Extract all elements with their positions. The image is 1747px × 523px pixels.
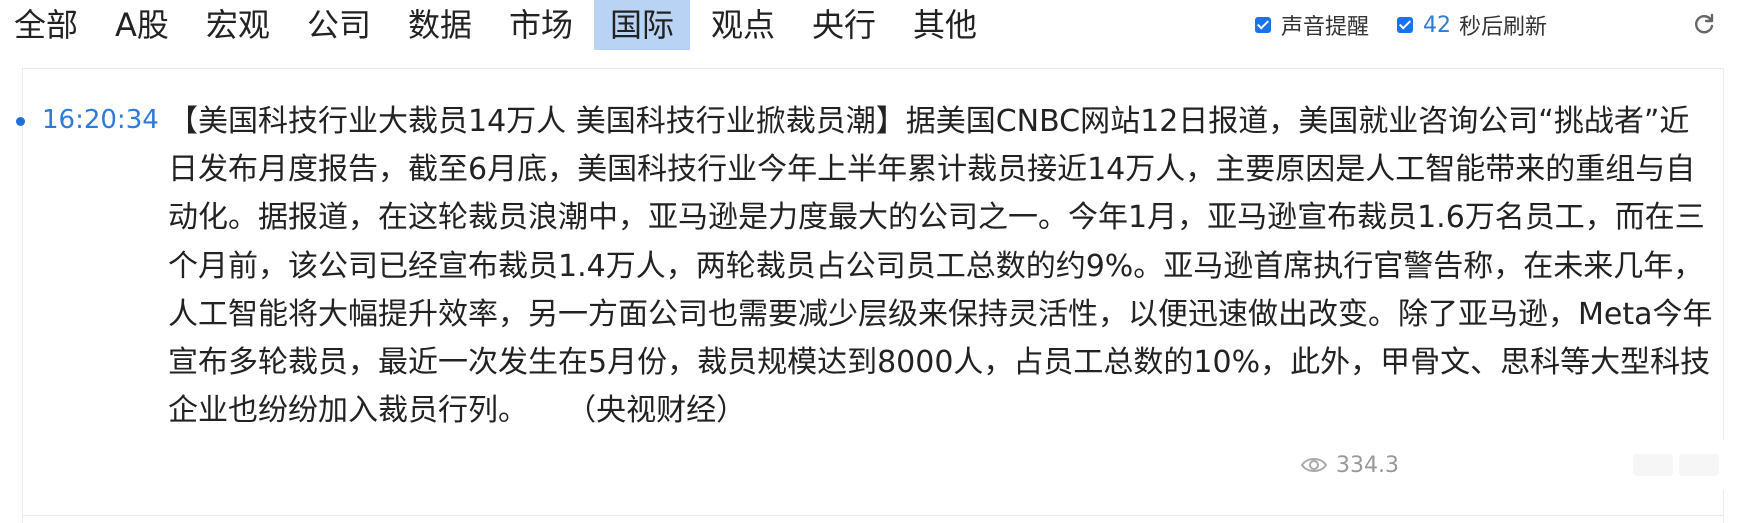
- category-tabs: 全部 A股 宏观 公司 数据 市场 国际 观点 央行 其他: [0, 0, 998, 50]
- tab-market[interactable]: 市场: [493, 0, 589, 50]
- header-divider: [22, 68, 1724, 69]
- sound-alert-label: 声音提醒: [1280, 15, 1369, 40]
- news-source: （央视财经）: [566, 393, 747, 429]
- item-divider: [22, 515, 1724, 516]
- top-nav: 全部 A股 宏观 公司 数据 市场 国际 观点 央行 其他 声音提醒 42 秒后…: [0, 0, 1747, 50]
- eye-icon: [1300, 458, 1328, 472]
- news-time: 16:20:34: [42, 105, 159, 135]
- tab-data[interactable]: 数据: [392, 0, 488, 50]
- tab-macro[interactable]: 宏观: [190, 0, 286, 50]
- view-count-value: 334.3: [1336, 452, 1399, 478]
- view-count: 334.3: [1300, 448, 1399, 482]
- timeline-line: [22, 69, 23, 523]
- tab-all[interactable]: 全部: [0, 0, 94, 50]
- news-content: 【美国科技行业大裁员14万人 美国科技行业掀裁员潮】据美国CNBC网站12日报道…: [168, 98, 1713, 435]
- refresh-countdown-label: 秒后刷新: [1458, 15, 1547, 40]
- refresh-countdown: 42: [1422, 12, 1451, 38]
- nav-controls: 声音提醒 42 秒后刷新: [1227, 0, 1547, 50]
- sound-alert-toggle[interactable]: 声音提醒: [1254, 9, 1369, 41]
- tab-company[interactable]: 公司: [291, 0, 387, 50]
- news-title[interactable]: 【美国科技行业大裁员14万人 美国科技行业掀裁员潮】: [168, 104, 906, 139]
- copy-button[interactable]: [1679, 454, 1719, 476]
- share-button[interactable]: [1633, 454, 1673, 476]
- tab-a-shares[interactable]: A股: [99, 0, 185, 50]
- tab-other[interactable]: 其他: [897, 0, 993, 50]
- action-buttons-faded: [1395, 440, 1725, 490]
- refresh-icon[interactable]: [1692, 12, 1716, 36]
- sound-alert-checkbox[interactable]: [1254, 17, 1271, 33]
- auto-refresh-checkbox[interactable]: [1396, 17, 1413, 33]
- tab-opinion[interactable]: 观点: [695, 0, 791, 50]
- tab-central-bank[interactable]: 央行: [796, 0, 892, 50]
- news-body: 据美国CNBC网站12日报道，美国就业咨询公司“挑战者”近日发布月度报告，截至6…: [168, 104, 1713, 429]
- auto-refresh-toggle[interactable]: 42 秒后刷新: [1396, 9, 1547, 41]
- tab-international[interactable]: 国际: [593, 0, 690, 50]
- timeline-dot: [16, 117, 25, 126]
